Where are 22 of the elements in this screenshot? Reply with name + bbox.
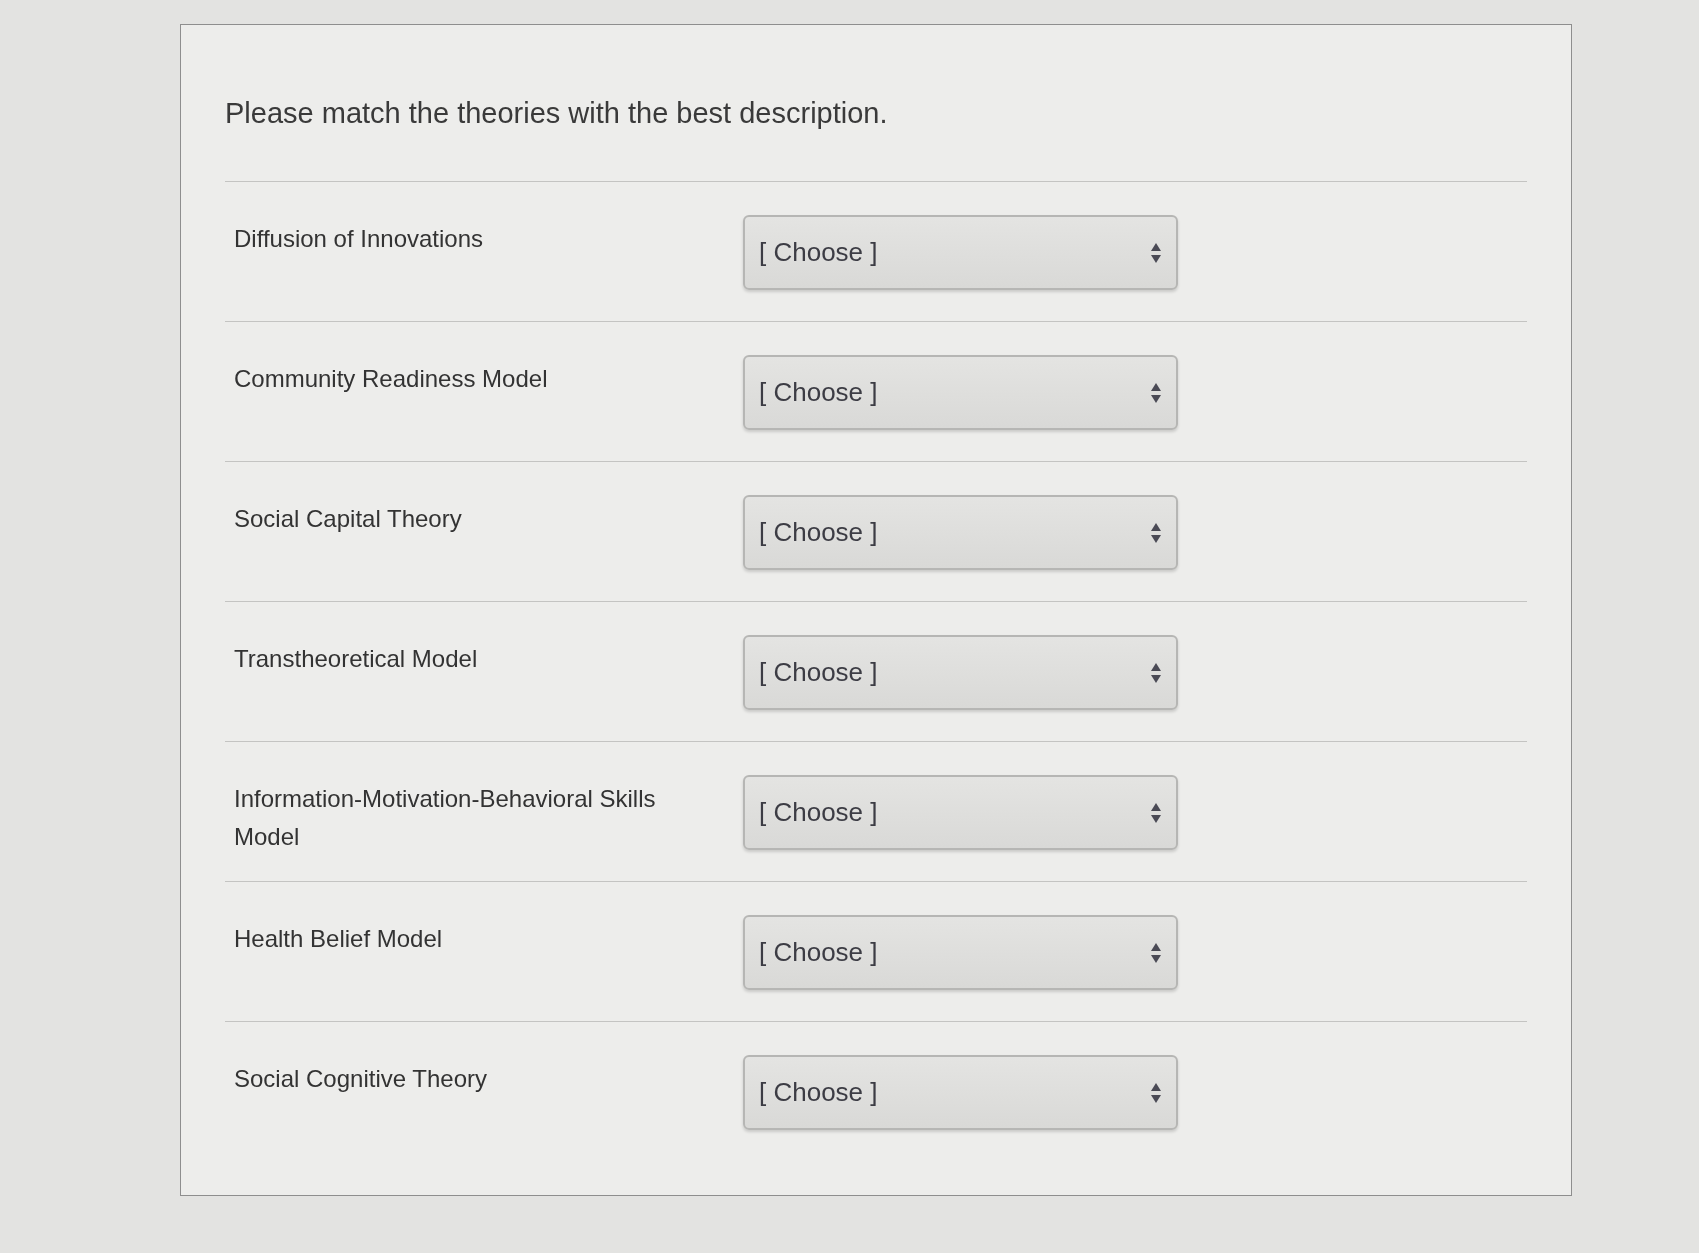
sort-arrows-icon <box>1150 1081 1162 1104</box>
answer-dropdown[interactable]: [ Choose ] <box>743 775 1178 850</box>
theory-label: Community Readiness Model <box>234 364 549 394</box>
sort-arrows-icon <box>1150 521 1162 544</box>
theory-label: Transtheoretical Model <box>234 644 479 674</box>
answer-dropdown[interactable]: [ Choose ] <box>743 495 1178 570</box>
answer-dropdown[interactable]: [ Choose ] <box>743 1055 1178 1130</box>
theory-label: Social Capital Theory <box>234 504 463 534</box>
sort-arrows-icon <box>1150 661 1162 684</box>
theory-label: Information-Motivation-Behavioral Skills Model <box>234 784 657 852</box>
answer-dropdown[interactable]: [ Choose ] <box>743 915 1178 990</box>
theory-label: Social Cognitive Theory <box>234 1064 489 1094</box>
answer-dropdown[interactable]: [ Choose ] <box>743 215 1178 290</box>
theory-label: Diffusion of Innovations <box>234 224 485 254</box>
sort-arrows-icon <box>1150 801 1162 824</box>
sort-arrows-icon <box>1150 241 1162 264</box>
answer-dropdown[interactable]: [ Choose ] <box>743 355 1178 430</box>
sort-arrows-icon <box>1150 941 1162 964</box>
sort-arrows-icon <box>1150 381 1162 404</box>
question-prompt: Please match the theories with the best description. <box>225 96 889 131</box>
theory-label: Health Belief Model <box>234 924 444 954</box>
answer-dropdown[interactable]: [ Choose ] <box>743 635 1178 710</box>
